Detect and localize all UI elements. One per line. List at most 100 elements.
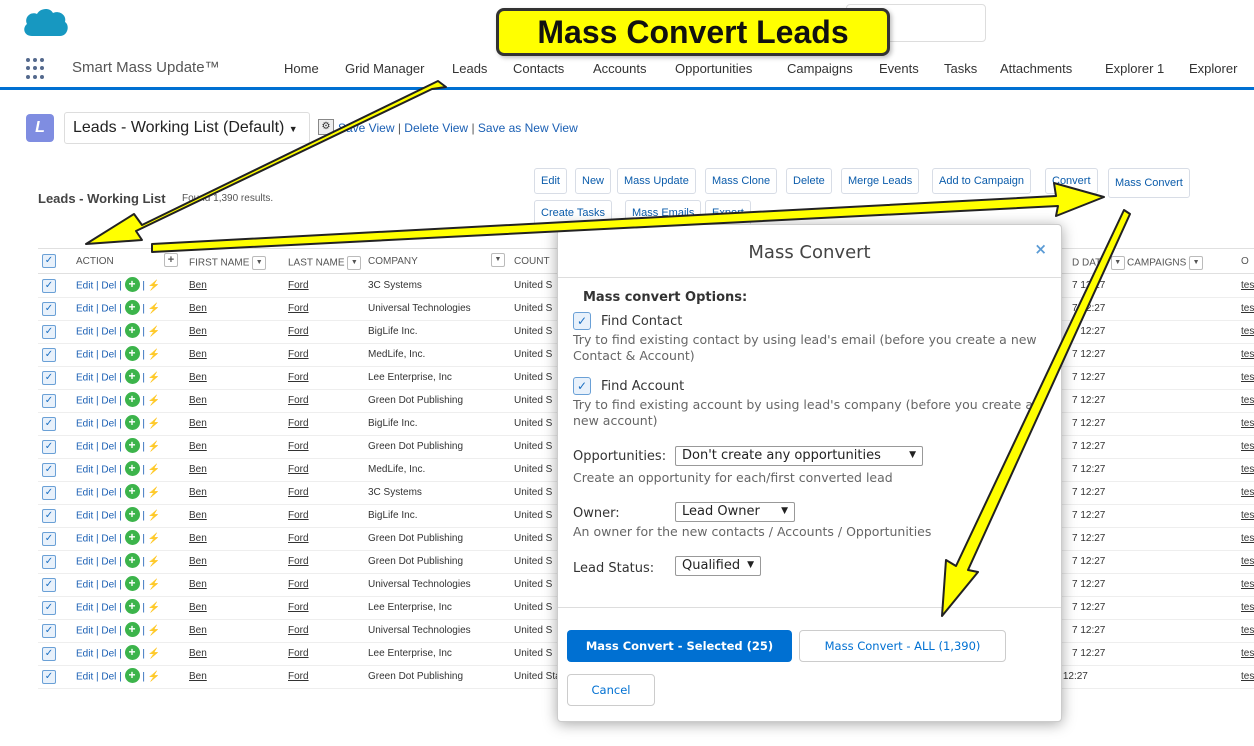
- row-checkbox[interactable]: ✓: [42, 601, 56, 615]
- close-icon[interactable]: ×: [1034, 240, 1047, 258]
- add-icon[interactable]: +: [124, 346, 140, 361]
- lightning-icon[interactable]: ⚡: [148, 649, 160, 660]
- row-checkbox[interactable]: ✓: [42, 394, 56, 408]
- first-name-cell[interactable]: Ben: [189, 648, 207, 659]
- row-checkbox[interactable]: ✓: [42, 417, 56, 431]
- tab-home[interactable]: Home: [284, 61, 319, 76]
- lightning-icon[interactable]: ⚡: [148, 350, 160, 361]
- owner-cell[interactable]: tes: [1241, 441, 1254, 452]
- owner-cell[interactable]: tes: [1241, 671, 1254, 682]
- first-name-cell[interactable]: Ben: [189, 280, 207, 291]
- tab-leads[interactable]: Leads: [444, 50, 496, 90]
- last-name-cell[interactable]: Ford: [288, 418, 309, 429]
- del-link[interactable]: Del: [101, 649, 116, 660]
- first-name-cell[interactable]: Ben: [189, 533, 207, 544]
- del-link[interactable]: Del: [101, 488, 116, 499]
- tab-attachments[interactable]: Attachments: [1000, 61, 1072, 76]
- add-icon[interactable]: +: [124, 530, 140, 545]
- edit-link[interactable]: Edit: [76, 304, 93, 315]
- tab-grid-manager[interactable]: Grid Manager: [345, 61, 424, 76]
- last-name-cell[interactable]: Ford: [288, 326, 309, 337]
- owner-cell[interactable]: tes: [1241, 625, 1254, 636]
- tab-explorer-1[interactable]: Explorer 1: [1105, 61, 1164, 76]
- add-icon[interactable]: +: [124, 277, 140, 292]
- owner-cell[interactable]: tes: [1241, 280, 1254, 291]
- lightning-icon[interactable]: ⚡: [148, 465, 160, 476]
- chevron-down-icon[interactable]: ▼: [1189, 256, 1204, 270]
- row-checkbox[interactable]: ✓: [42, 555, 56, 569]
- row-checkbox[interactable]: ✓: [42, 647, 56, 661]
- owner-cell[interactable]: tes: [1241, 556, 1254, 567]
- lightning-icon[interactable]: ⚡: [148, 580, 160, 591]
- tab-events[interactable]: Events: [879, 61, 919, 76]
- tab-opportunities[interactable]: Opportunities: [675, 61, 752, 76]
- row-checkbox[interactable]: ✓: [42, 348, 56, 362]
- mass-clone-button[interactable]: Mass Clone: [705, 168, 778, 194]
- add-icon[interactable]: +: [124, 392, 140, 407]
- del-link[interactable]: Del: [101, 396, 116, 407]
- edit-link[interactable]: Edit: [76, 442, 93, 453]
- lightning-icon[interactable]: ⚡: [148, 304, 160, 315]
- edit-link[interactable]: Edit: [76, 511, 93, 522]
- edit-link[interactable]: Edit: [76, 350, 93, 361]
- owner-cell[interactable]: tes: [1241, 418, 1254, 429]
- row-checkbox[interactable]: ✓: [42, 463, 56, 477]
- first-name-cell[interactable]: Ben: [189, 372, 207, 383]
- owner-cell[interactable]: tes: [1241, 602, 1254, 613]
- lightning-icon[interactable]: ⚡: [148, 281, 160, 292]
- last-name-cell[interactable]: Ford: [288, 556, 309, 567]
- del-link[interactable]: Del: [101, 419, 116, 430]
- add-icon[interactable]: +: [124, 300, 140, 315]
- tab-contacts[interactable]: Contacts: [513, 61, 564, 76]
- last-name-cell[interactable]: Ford: [288, 533, 309, 544]
- add-icon[interactable]: +: [124, 599, 140, 614]
- mass-convert-button[interactable]: Mass Convert: [1108, 168, 1190, 198]
- edit-link[interactable]: Edit: [76, 465, 93, 476]
- first-name-cell[interactable]: Ben: [189, 579, 207, 590]
- delete-button[interactable]: Delete: [786, 168, 832, 194]
- edit-link[interactable]: Edit: [76, 327, 93, 338]
- first-name-cell[interactable]: Ben: [189, 326, 207, 337]
- edit-button[interactable]: Edit: [534, 168, 567, 194]
- lightning-icon[interactable]: ⚡: [148, 373, 160, 384]
- chevron-down-icon[interactable]: ▼: [252, 256, 267, 270]
- add-icon[interactable]: +: [124, 438, 140, 453]
- add-icon[interactable]: +: [124, 553, 140, 568]
- find-contact-checkbox[interactable]: ✓: [573, 312, 591, 330]
- add-icon[interactable]: +: [124, 323, 140, 338]
- edit-link[interactable]: Edit: [76, 419, 93, 430]
- owner-cell[interactable]: tes: [1241, 579, 1254, 590]
- last-name-cell[interactable]: Ford: [288, 372, 309, 383]
- owner-cell[interactable]: tes: [1241, 533, 1254, 544]
- add-to-campaign-button[interactable]: Add to Campaign: [932, 168, 1031, 194]
- add-icon[interactable]: +: [124, 668, 140, 683]
- owner-cell[interactable]: tes: [1241, 349, 1254, 360]
- app-launcher-icon[interactable]: [26, 58, 48, 80]
- del-link[interactable]: Del: [101, 580, 116, 591]
- first-name-cell[interactable]: Ben: [189, 349, 207, 360]
- edit-link[interactable]: Edit: [76, 534, 93, 545]
- first-name-cell[interactable]: Ben: [189, 487, 207, 498]
- mass-update-button[interactable]: Mass Update: [617, 168, 696, 194]
- merge-leads-button[interactable]: Merge Leads: [841, 168, 920, 194]
- edit-link[interactable]: Edit: [76, 373, 93, 384]
- edit-link[interactable]: Edit: [76, 626, 93, 637]
- add-column-icon[interactable]: +: [164, 253, 178, 267]
- save-as-new-view-link[interactable]: Save as New View: [478, 121, 578, 135]
- column-company-filter[interactable]: ▼: [491, 253, 505, 267]
- del-link[interactable]: Del: [101, 557, 116, 568]
- owner-cell[interactable]: tes: [1241, 487, 1254, 498]
- edit-link[interactable]: Edit: [76, 557, 93, 568]
- del-link[interactable]: Del: [101, 373, 116, 384]
- last-name-cell[interactable]: Ford: [288, 671, 309, 682]
- first-name-cell[interactable]: Ben: [189, 510, 207, 521]
- owner-cell[interactable]: tes: [1241, 372, 1254, 383]
- add-icon[interactable]: +: [124, 645, 140, 660]
- first-name-cell[interactable]: Ben: [189, 464, 207, 475]
- owner-cell[interactable]: tes: [1241, 510, 1254, 521]
- export-button[interactable]: Export: [705, 200, 751, 226]
- last-name-cell[interactable]: Ford: [288, 464, 309, 475]
- tab-accounts[interactable]: Accounts: [593, 61, 646, 76]
- del-link[interactable]: Del: [101, 626, 116, 637]
- del-link[interactable]: Del: [101, 327, 116, 338]
